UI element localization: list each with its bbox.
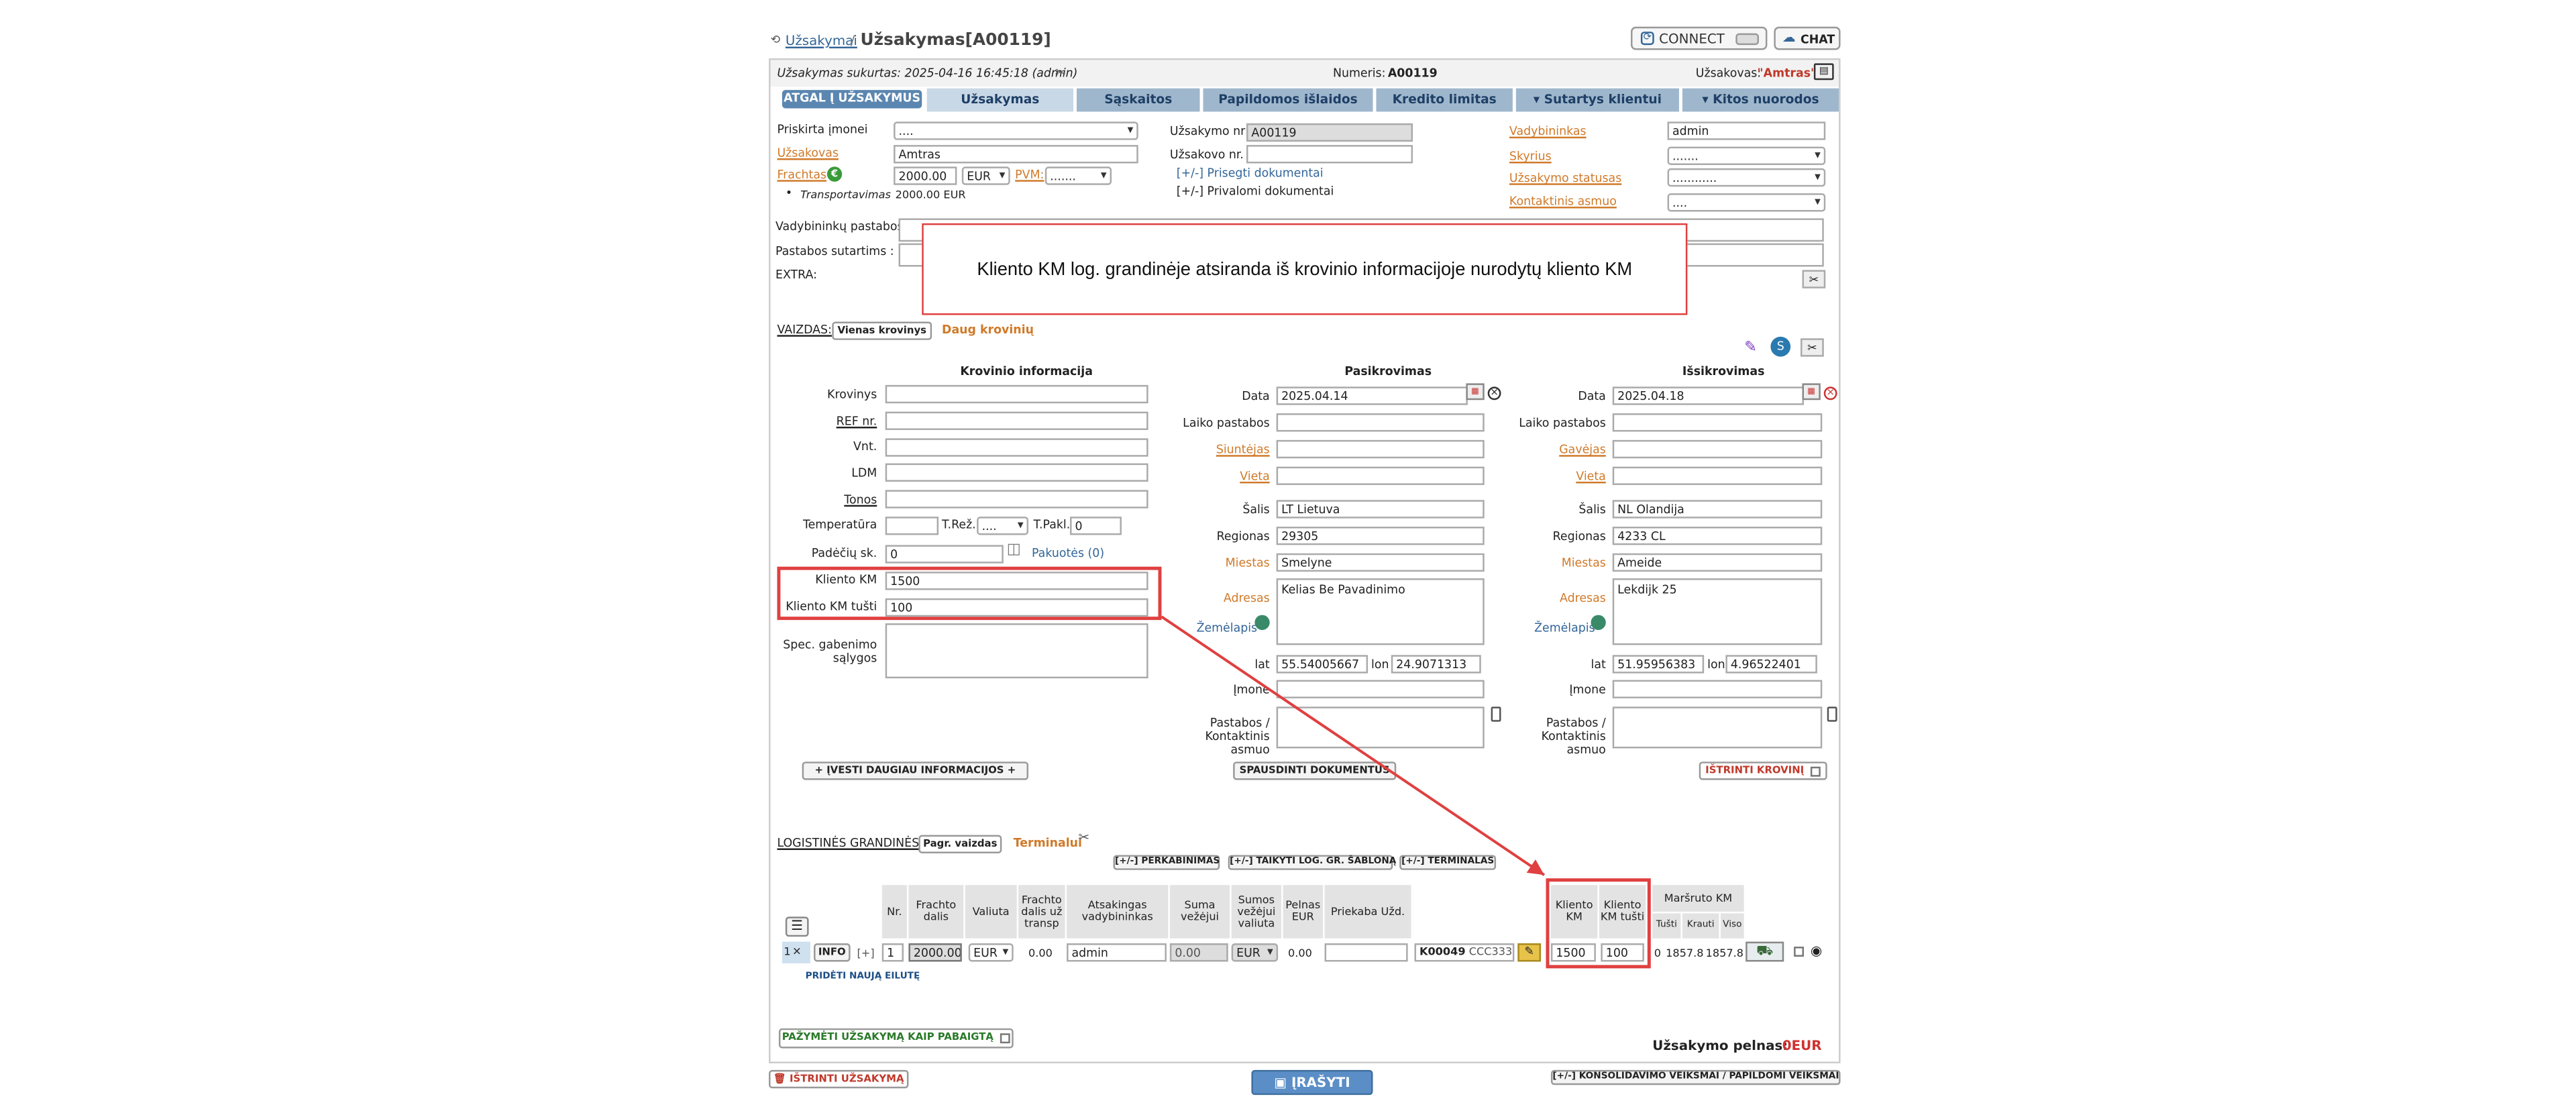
annotation-arrow xyxy=(1161,615,1546,876)
